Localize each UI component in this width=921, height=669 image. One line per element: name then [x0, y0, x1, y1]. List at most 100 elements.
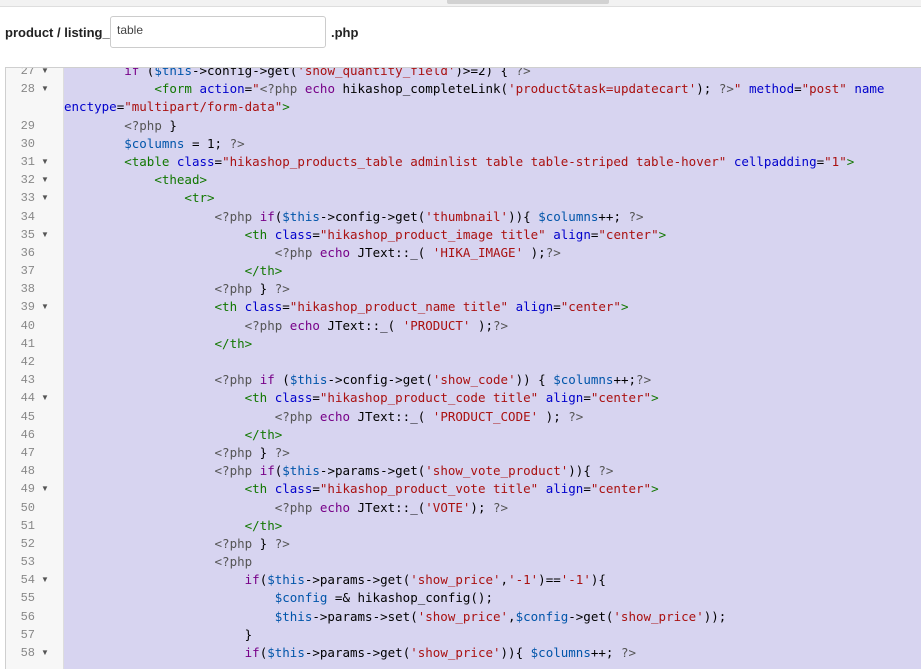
code-line[interactable]: 51 </th>	[6, 517, 921, 535]
line-number: 57	[20, 627, 35, 642]
code-text: <?php echo JText::_('VOTE'); ?>	[64, 499, 508, 517]
code-line[interactable]: 55 $config =& hikashop_config();	[6, 589, 921, 607]
code-line[interactable]: 27 ▼ if ($this->config->get('show_quantit…	[6, 68, 921, 80]
code-token: 'VOTE'	[425, 499, 471, 515]
code-token: <?php	[244, 317, 283, 333]
line-number: 29	[20, 118, 35, 133]
code-token: );	[470, 317, 494, 333]
code-line[interactable]: 54 ▼ if($this->params->get('show_price','…	[6, 571, 921, 589]
fold-arrow-icon[interactable]: ▼	[41, 480, 49, 498]
code-line[interactable]: 31 ▼ <table class="hikashop_products_tabl…	[6, 153, 921, 171]
code-line[interactable]: 50 <?php echo JText::_('VOTE'); ?>	[6, 499, 921, 517]
code-token: <th	[244, 481, 268, 497]
code-line[interactable]: 35 ▼ <th class="hikashop_product_image ti…	[6, 226, 921, 244]
code-token: $columns	[538, 208, 599, 224]
code-token: $this	[289, 372, 328, 388]
fold-arrow-icon[interactable]: ▼	[41, 644, 49, 662]
code-token: 'thumbnail'	[425, 208, 509, 224]
fold-arrow-icon[interactable]: ▼	[41, 68, 49, 80]
fold-arrow-icon[interactable]: ▼	[41, 189, 49, 207]
code-text: <thead>	[64, 171, 207, 189]
code-line[interactable]: 48 <?php if($this->params->get('show_vot…	[6, 462, 921, 480]
fold-arrow-icon[interactable]: ▼	[41, 171, 49, 189]
code-line[interactable]: 46 </th>	[6, 426, 921, 444]
code-line[interactable]: 33 ▼ <tr>	[6, 189, 921, 207]
code-token: <?php	[214, 444, 253, 460]
code-line[interactable]: enctype="multipart/form-data">	[6, 98, 921, 116]
code-token: = 1;	[184, 135, 230, 151]
code-token: (	[274, 372, 290, 388]
fold-arrow-icon[interactable]: ▼	[41, 153, 49, 171]
file-path-prefix: product / listing_	[5, 25, 110, 40]
fold-arrow-icon[interactable]: ▼	[41, 389, 49, 407]
line-number: 30	[20, 136, 35, 151]
fold-arrow-icon[interactable]: ▼	[41, 571, 49, 589]
code-token: "hikashop_product_name title"	[289, 299, 509, 315]
code-token: =	[312, 226, 320, 242]
code-line[interactable]: 42	[6, 353, 921, 371]
code-line[interactable]: 53 <?php	[6, 553, 921, 571]
code-line[interactable]: 28 ▼ <form action = "<?php echo hikashop_co…	[6, 80, 921, 98]
code-line[interactable]: 32 ▼ <thead>	[6, 171, 921, 189]
code-line[interactable]: 38 <?php } ?>	[6, 280, 921, 298]
code-line[interactable]: 40 <?php echo JText::_( 'PRODUCT' );?>	[6, 317, 921, 335]
code-line[interactable]: 58 ▼ if($this->params->get('show_price'))…	[6, 644, 921, 662]
code-line[interactable]: 29 <?php }	[6, 117, 921, 135]
fold-arrow-icon[interactable]: ▼	[41, 298, 49, 316]
code-line[interactable]: 44 ▼ <th class="hikashop_product_code tit…	[6, 389, 921, 407]
fold-arrow-icon[interactable]: ▼	[41, 80, 49, 98]
code-line[interactable]: 57 }	[6, 626, 921, 644]
line-number: 34	[20, 209, 35, 224]
fold-arrow-icon[interactable]: ▼	[41, 226, 49, 244]
line-number: 46	[20, 427, 35, 442]
code-token: ->params->get(	[304, 572, 411, 588]
code-line[interactable]: 30 $columns = 1; ?>	[6, 135, 921, 153]
code-text: </th>	[64, 335, 253, 353]
code-token: ?>	[229, 135, 245, 151]
code-token: =	[794, 81, 802, 97]
code-line[interactable]: 49 ▼ <th class="hikashop_product_vote tit…	[6, 480, 921, 498]
code-line[interactable]: 47 <?php } ?>	[6, 444, 921, 462]
code-line[interactable]: 56 $this->params->set('show_price',$conf…	[6, 608, 921, 626]
code-token: <th	[244, 226, 268, 242]
code-text: <tr>	[64, 189, 215, 207]
line-number: 51	[20, 518, 35, 533]
code-token: =	[583, 390, 591, 406]
code-line[interactable]: 34 <?php if($this->config->get('thumbnai…	[6, 208, 921, 226]
code-line[interactable]: 41 </th>	[6, 335, 921, 353]
file-name-input[interactable]	[110, 16, 326, 48]
line-number: 43	[20, 373, 35, 388]
code-editor[interactable]: 27 ▼ if ($this->config->get('show_quantit…	[5, 67, 921, 669]
scrollbar-thumb[interactable]	[447, 0, 609, 4]
code-token: >	[620, 299, 629, 315]
code-line[interactable]: 52 <?php } ?>	[6, 535, 921, 553]
code-line[interactable]: 45 <?php echo JText::_( 'PRODUCT_CODE' )…	[6, 408, 921, 426]
code-token: align	[545, 481, 584, 497]
code-token: ?>	[493, 499, 509, 515]
code-line[interactable]: 36 <?php echo JText::_( 'HIKA_IMAGE' );?…	[6, 244, 921, 262]
code-text: $this->params->set('show_price',$config-…	[64, 608, 727, 626]
code-token: "hikashop_products_table adminlist table…	[222, 153, 727, 169]
code-token: "center"	[590, 481, 652, 497]
horizontal-scrollbar[interactable]	[0, 0, 921, 7]
code-line[interactable]: 43 <?php if ($this->config->get('show_co…	[6, 371, 921, 389]
code-line[interactable]: 37 </th>	[6, 262, 921, 280]
code-token: }	[252, 281, 275, 297]
code-token: ->get(	[568, 608, 614, 624]
code-token: =& hikashop_config();	[327, 590, 493, 606]
code-line[interactable]: 39 ▼ <th class="hikashop_product_name tit…	[6, 298, 921, 316]
code-token: <tr>	[184, 190, 215, 206]
code-token: <table	[124, 153, 170, 169]
